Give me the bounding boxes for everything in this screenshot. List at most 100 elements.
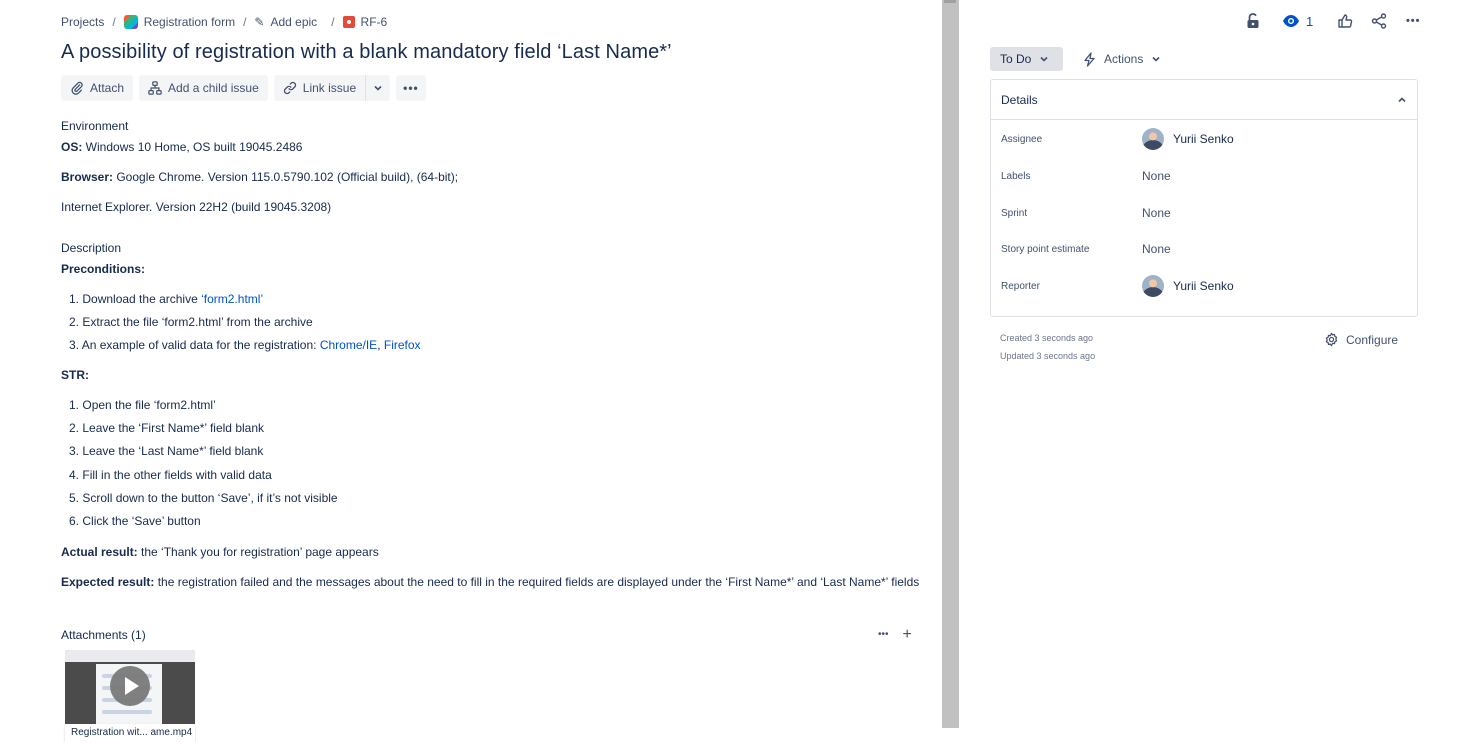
breadcrumb-separator: / bbox=[112, 15, 116, 29]
list-item-text: Click the ‘Save’ button bbox=[82, 513, 201, 528]
field-sprint[interactable]: Sprint None bbox=[1001, 201, 1401, 225]
breadcrumb-add-epic-label: Add epic bbox=[270, 15, 318, 29]
list-item-number: 2. bbox=[69, 421, 80, 436]
breadcrumb-project[interactable]: Registration form bbox=[123, 15, 236, 29]
attachment-file-name[interactable]: Registration wit... ame.mp4 bbox=[65, 724, 195, 742]
issue-title[interactable]: A possibility of registration with a bla… bbox=[61, 41, 672, 64]
list-item-number: 3. bbox=[69, 444, 80, 459]
play-icon[interactable] bbox=[110, 666, 150, 706]
os-value: Windows 10 Home, OS built 19045.2486 bbox=[82, 140, 303, 154]
field-value: Yurii Senko bbox=[1142, 275, 1234, 297]
list-item: 5. Scroll down to the button ‘Save’, if … bbox=[69, 491, 338, 514]
link-issue-dropdown[interactable] bbox=[365, 75, 390, 101]
attachments-actions: ••• + bbox=[878, 627, 912, 643]
list-item-text: Extract the file ‘form2.html’ from the a… bbox=[82, 315, 313, 330]
list-item-text: Leave the ‘First Name*’ field blank bbox=[82, 421, 264, 436]
breadcrumb-issue-key-label: RF-6 bbox=[360, 15, 388, 29]
link-issue-label: Link issue bbox=[302, 81, 357, 95]
firefox-link[interactable]: Firefox bbox=[384, 338, 421, 352]
str-label: STR: bbox=[61, 368, 89, 382]
list-item-number: 3. bbox=[69, 338, 80, 353]
breadcrumb: Projects / Registration form / ✎ Add epi… bbox=[61, 13, 387, 31]
configure-label: Configure bbox=[1346, 332, 1399, 347]
list-item-text: Download the archive bbox=[82, 292, 202, 306]
field-story-points[interactable]: Story point estimate None bbox=[1001, 237, 1401, 261]
form2-link[interactable]: ‘form2.html’ bbox=[201, 292, 263, 306]
details-panel: Details Assignee Yurii Senko Labels None… bbox=[990, 79, 1418, 317]
add-child-issue-label: Add a child issue bbox=[168, 81, 259, 95]
field-label: Labels bbox=[1001, 170, 1031, 182]
steps-list: 1. Open the file ‘form2.html’ 2. Leave t… bbox=[69, 398, 338, 537]
chevron-up-icon[interactable] bbox=[1397, 95, 1407, 105]
field-reporter[interactable]: Reporter Yurii Senko bbox=[1001, 274, 1401, 298]
scrollbar-thumb[interactable] bbox=[942, 0, 959, 728]
list-item: 1. Download the archive ‘form2.html’ bbox=[69, 292, 421, 315]
more-icon[interactable]: ••• bbox=[1403, 11, 1423, 31]
status-dropdown[interactable]: To Do bbox=[990, 47, 1063, 71]
preconditions-list: 1. Download the archive ‘form2.html’ 2. … bbox=[69, 292, 421, 362]
list-item: 2. Leave the ‘First Name*’ field blank bbox=[69, 421, 338, 444]
configure-button[interactable]: Configure bbox=[1324, 332, 1398, 347]
attach-label: Attach bbox=[90, 81, 125, 95]
expected-result: Expected result: the registration failed… bbox=[61, 575, 919, 589]
avatar bbox=[1142, 275, 1164, 297]
field-value: None bbox=[1142, 242, 1171, 256]
breadcrumb-issue-key[interactable]: RF-6 bbox=[342, 15, 388, 29]
updated-timestamp: Updated 3 seconds ago bbox=[1000, 351, 1096, 361]
attach-button[interactable]: Attach bbox=[61, 75, 134, 101]
environment-browser: Browser: Google Chrome. Version 115.0.57… bbox=[61, 170, 458, 184]
preconditions-label: Preconditions: bbox=[61, 262, 145, 276]
comma: , bbox=[377, 338, 384, 353]
chrome-ie-link[interactable]: Chrome/IE bbox=[320, 338, 377, 352]
thumbs-up-icon[interactable] bbox=[1335, 11, 1355, 31]
gear-icon bbox=[1325, 332, 1338, 347]
more-actions-button[interactable]: ••• bbox=[396, 75, 426, 101]
link-icon bbox=[283, 81, 296, 95]
list-item-number: 4. bbox=[69, 467, 80, 482]
field-assignee[interactable]: Assignee Yurii Senko bbox=[1001, 127, 1401, 151]
project-icon bbox=[123, 15, 138, 29]
environment-os: OS: Windows 10 Home, OS built 19045.2486 bbox=[61, 140, 302, 154]
list-item-text: Leave the ‘Last Name*’ field blank bbox=[82, 444, 264, 459]
environment-heading: Environment bbox=[61, 119, 129, 133]
created-timestamp: Created 3 seconds ago bbox=[1000, 333, 1094, 343]
list-item: 3. Leave the ‘Last Name*’ field blank bbox=[69, 444, 338, 467]
list-item: 3. An example of valid data for the regi… bbox=[69, 338, 421, 361]
field-value: Yurii Senko bbox=[1142, 128, 1234, 150]
field-labels[interactable]: Labels None bbox=[1001, 164, 1401, 188]
attachments-more-button[interactable]: ••• bbox=[878, 627, 889, 643]
breadcrumb-separator: / bbox=[331, 15, 335, 29]
breadcrumb-projects[interactable]: Projects bbox=[61, 15, 104, 29]
breadcrumb-project-label: Registration form bbox=[143, 15, 236, 29]
breadcrumb-separator: / bbox=[243, 15, 247, 29]
assignee-name: Yurii Senko bbox=[1173, 132, 1234, 146]
chevron-down-icon bbox=[374, 85, 382, 91]
os-label: OS: bbox=[61, 140, 83, 154]
actions-label: Actions bbox=[1104, 52, 1144, 66]
field-value: None bbox=[1142, 206, 1171, 220]
list-item-number: 1. bbox=[69, 398, 80, 412]
browser-value: Google Chrome. Version 115.0.5790.102 (O… bbox=[113, 170, 459, 184]
add-child-issue-button[interactable]: Add a child issue bbox=[139, 75, 268, 101]
scrollbar-up-arrow[interactable] bbox=[944, 0, 956, 3]
link-issue-split-button: Link issue bbox=[273, 75, 391, 101]
field-label: Story point estimate bbox=[1001, 243, 1090, 255]
actual-result-value: the ‘Thank you for registration’ page ap… bbox=[137, 545, 379, 559]
environment-ie: Internet Explorer. Version 22H2 (build 1… bbox=[61, 200, 332, 214]
field-value: None bbox=[1142, 169, 1171, 183]
watch-button[interactable]: 1 bbox=[1282, 14, 1313, 29]
lock-icon[interactable] bbox=[1243, 11, 1263, 31]
thumbnail-browser-bar bbox=[65, 650, 195, 662]
field-label: Reporter bbox=[1001, 280, 1040, 292]
list-item-text: Scroll down to the button ‘Save’, if it’… bbox=[82, 490, 338, 505]
issue-main-panel: Projects / Registration form / ✎ Add epi… bbox=[0, 0, 940, 742]
share-icon[interactable] bbox=[1369, 11, 1389, 31]
attachments-add-button[interactable]: + bbox=[903, 627, 912, 643]
lightning-icon bbox=[1084, 51, 1095, 67]
link-issue-button[interactable]: Link issue bbox=[274, 75, 365, 101]
breadcrumb-add-epic[interactable]: ✎ Add epic bbox=[254, 15, 317, 29]
details-header[interactable]: Details bbox=[991, 80, 1417, 120]
attachment-thumbnail[interactable] bbox=[65, 650, 195, 724]
actions-dropdown[interactable]: Actions bbox=[1083, 47, 1161, 71]
expected-result-value: the registration failed and the messages… bbox=[154, 575, 920, 589]
